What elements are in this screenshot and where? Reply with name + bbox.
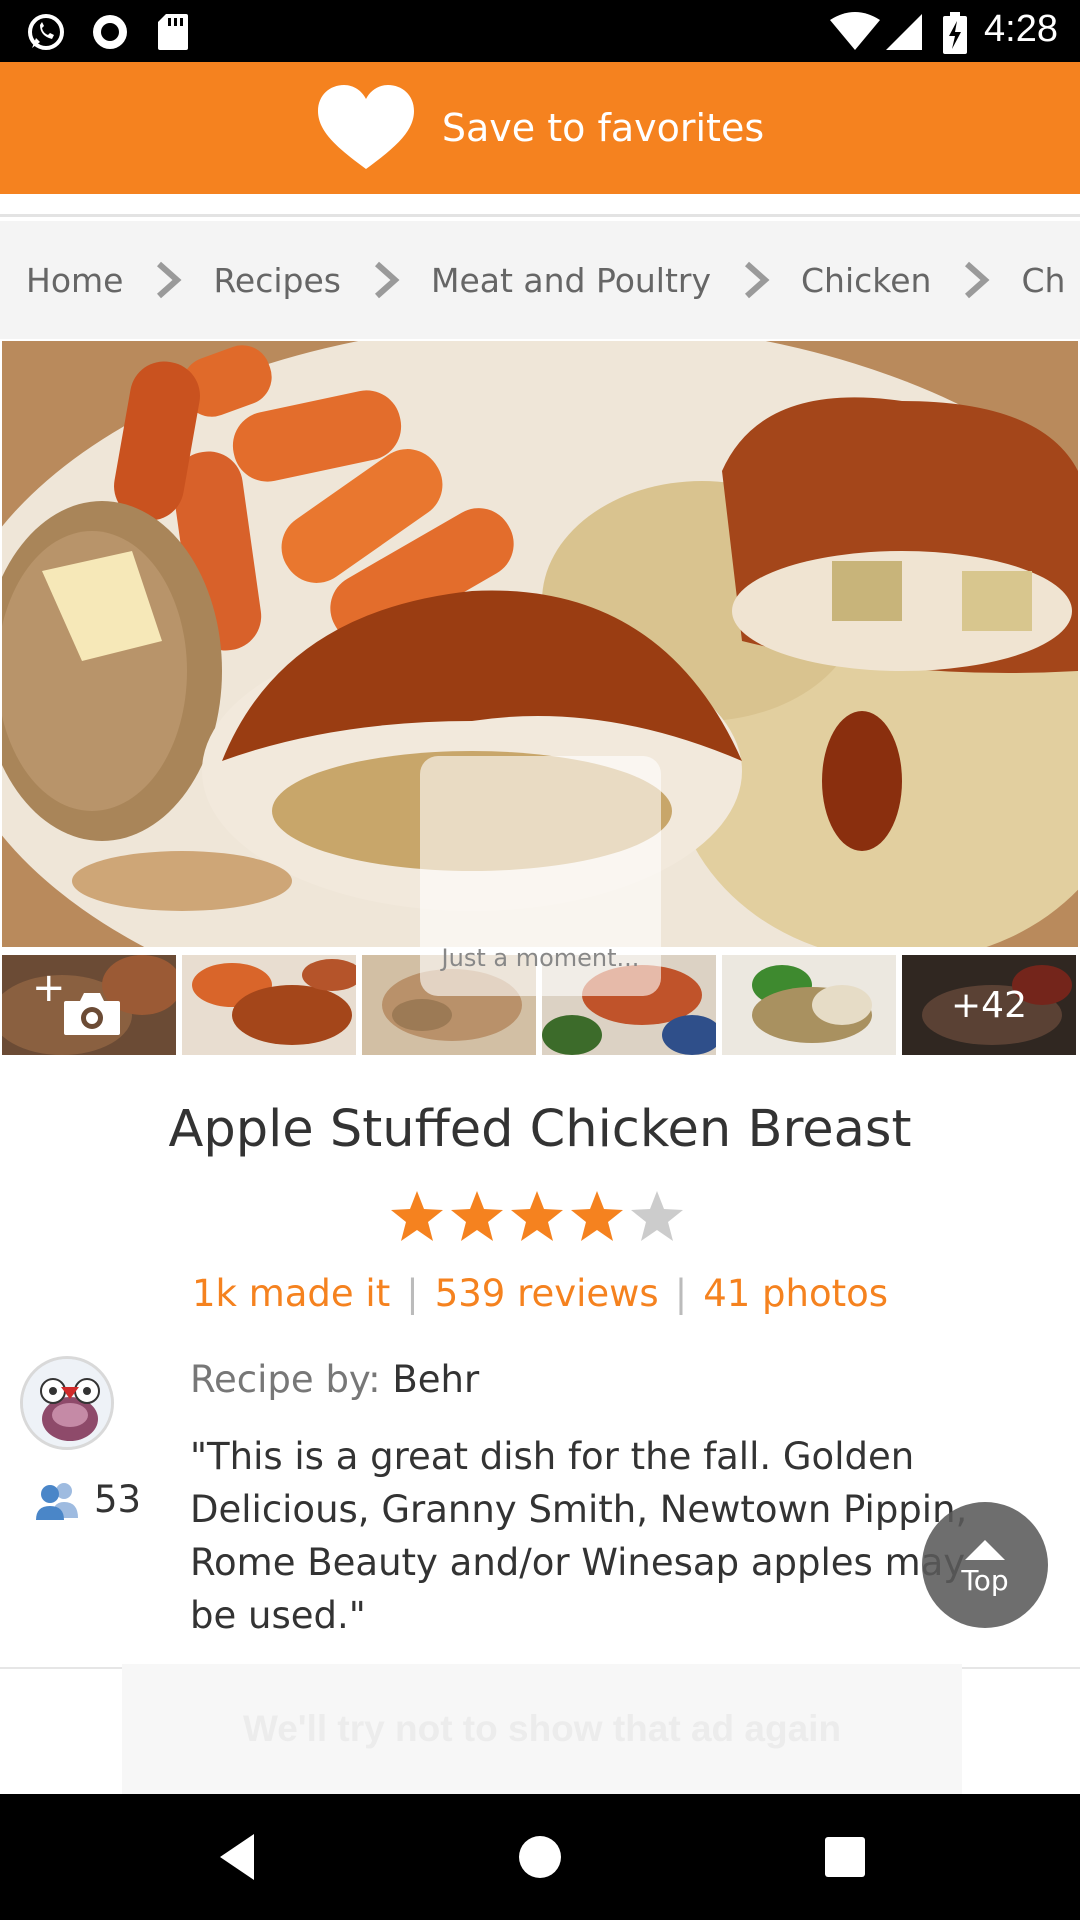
chevron-right-icon: [157, 261, 182, 299]
clock: 4:28: [984, 8, 1058, 50]
loading-text: Just a moment...: [441, 944, 640, 972]
star-icon: [391, 1191, 443, 1241]
save-to-favorites-button[interactable]: Save to favorites: [0, 62, 1080, 194]
chevron-right-icon: [374, 261, 400, 299]
navigation-bar: [0, 1794, 1080, 1920]
made-it-link[interactable]: 1k made it: [192, 1272, 390, 1315]
record-icon: [93, 15, 127, 49]
breadcrumb: Home Recipes Meat and Poultry Chicken Ch: [0, 221, 1080, 339]
star-icon: [511, 1191, 563, 1241]
breadcrumb-item-chicken[interactable]: Chicken: [801, 261, 931, 300]
separator: |: [406, 1272, 419, 1315]
recipe-stats: 1k made it | 539 reviews | 41 photos: [0, 1272, 1080, 1315]
followers-icon: [36, 1482, 78, 1520]
star-icon: [451, 1191, 503, 1241]
author-name[interactable]: Behr: [392, 1358, 479, 1401]
loading-overlay: Just a moment...: [420, 756, 661, 996]
heart-icon: [317, 85, 414, 169]
sd-card-icon: [158, 14, 188, 50]
more-photos-count: +42: [902, 955, 1076, 1055]
home-icon[interactable]: [513, 1830, 567, 1884]
arrow-up-icon: [965, 1539, 1005, 1560]
star-icon: [631, 1191, 683, 1241]
breadcrumb-item-recipes[interactable]: Recipes: [213, 261, 341, 300]
plus-icon: +: [32, 965, 66, 1011]
rating-stars[interactable]: [388, 1188, 688, 1248]
divider: [0, 214, 1080, 217]
followers-count: 53: [94, 1478, 142, 1521]
back-icon[interactable]: [212, 1830, 266, 1884]
more-photos-button[interactable]: +42: [902, 955, 1076, 1055]
photo-thumbnail[interactable]: [722, 955, 896, 1055]
add-photo-button[interactable]: +: [2, 955, 176, 1055]
author-followers[interactable]: 53: [34, 1478, 141, 1521]
chevron-right-icon: [965, 261, 990, 299]
author-avatar[interactable]: [20, 1356, 114, 1450]
save-to-favorites-label: Save to favorites: [441, 106, 765, 150]
recipe-title: Apple Stuffed Chicken Breast: [168, 1100, 912, 1159]
breadcrumb-item-home[interactable]: Home: [26, 261, 123, 300]
star-icon: [571, 1191, 623, 1241]
whatsapp-icon: [28, 14, 64, 50]
recents-icon[interactable]: [818, 1830, 872, 1884]
signal-icon: [886, 14, 922, 50]
ad-notice-text: We'll try not to show that ad again: [242, 1708, 842, 1749]
photos-link[interactable]: 41 photos: [703, 1272, 888, 1315]
separator: |: [674, 1272, 688, 1315]
reviews-link[interactable]: 539 reviews: [435, 1272, 659, 1315]
recipe-byline: Recipe by: Behr: [190, 1358, 479, 1401]
camera-icon: [64, 993, 120, 1035]
byline-label: Recipe by:: [190, 1358, 381, 1401]
photo-thumbnail[interactable]: [182, 955, 356, 1055]
scroll-to-top-label: Top: [961, 1563, 1009, 1597]
wifi-icon: [830, 12, 880, 50]
chevron-right-icon: [745, 261, 770, 299]
breadcrumb-item-meat-and-poultry[interactable]: Meat and Poultry: [431, 261, 711, 300]
breadcrumb-item-partial[interactable]: Ch: [1021, 261, 1065, 300]
ad-dismissed-notice: We'll try not to show that ad again: [122, 1664, 962, 1794]
recipe-description: "This is a great dish for the fall. Gold…: [190, 1435, 968, 1637]
scroll-to-top-button[interactable]: Top: [922, 1502, 1048, 1628]
battery-charging-icon: [943, 12, 967, 54]
status-bar: 4:28: [0, 0, 1080, 62]
